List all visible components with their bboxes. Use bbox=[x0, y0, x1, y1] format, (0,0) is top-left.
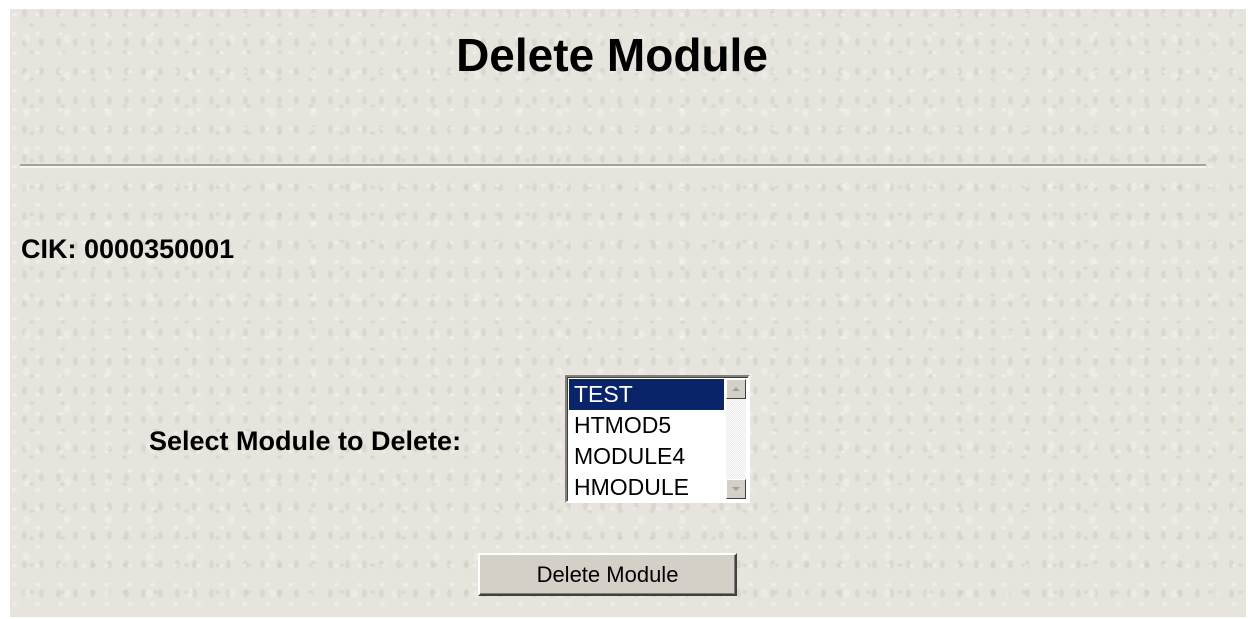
cik-label: CIK: bbox=[21, 234, 77, 264]
delete-module-page: Delete Module CIK: 0000350001 Select Mod… bbox=[10, 9, 1246, 617]
delete-module-button[interactable]: Delete Module bbox=[478, 553, 737, 596]
triangle-down-icon bbox=[732, 487, 740, 491]
triangle-up-icon bbox=[732, 387, 740, 391]
module-option-htmod5[interactable]: HTMOD5 bbox=[569, 410, 724, 441]
module-option-hmodule[interactable]: HMODULE bbox=[569, 472, 724, 501]
listbox-scrollbar[interactable] bbox=[726, 379, 746, 499]
module-listbox[interactable]: TEST HTMOD5 MODULE4 HMODULE bbox=[565, 375, 750, 503]
cik-display: CIK: 0000350001 bbox=[21, 233, 234, 265]
select-module-label: Select Module to Delete: bbox=[149, 426, 462, 456]
page-title: Delete Module bbox=[456, 29, 768, 81]
cik-value: 0000350001 bbox=[84, 234, 235, 264]
horizontal-rule bbox=[20, 164, 1206, 168]
scroll-up-button[interactable] bbox=[726, 379, 746, 399]
module-option-test[interactable]: TEST bbox=[569, 379, 724, 410]
scroll-down-button[interactable] bbox=[726, 479, 746, 499]
module-options: TEST HTMOD5 MODULE4 HMODULE bbox=[569, 379, 724, 500]
module-option-module4[interactable]: MODULE4 bbox=[569, 441, 724, 472]
